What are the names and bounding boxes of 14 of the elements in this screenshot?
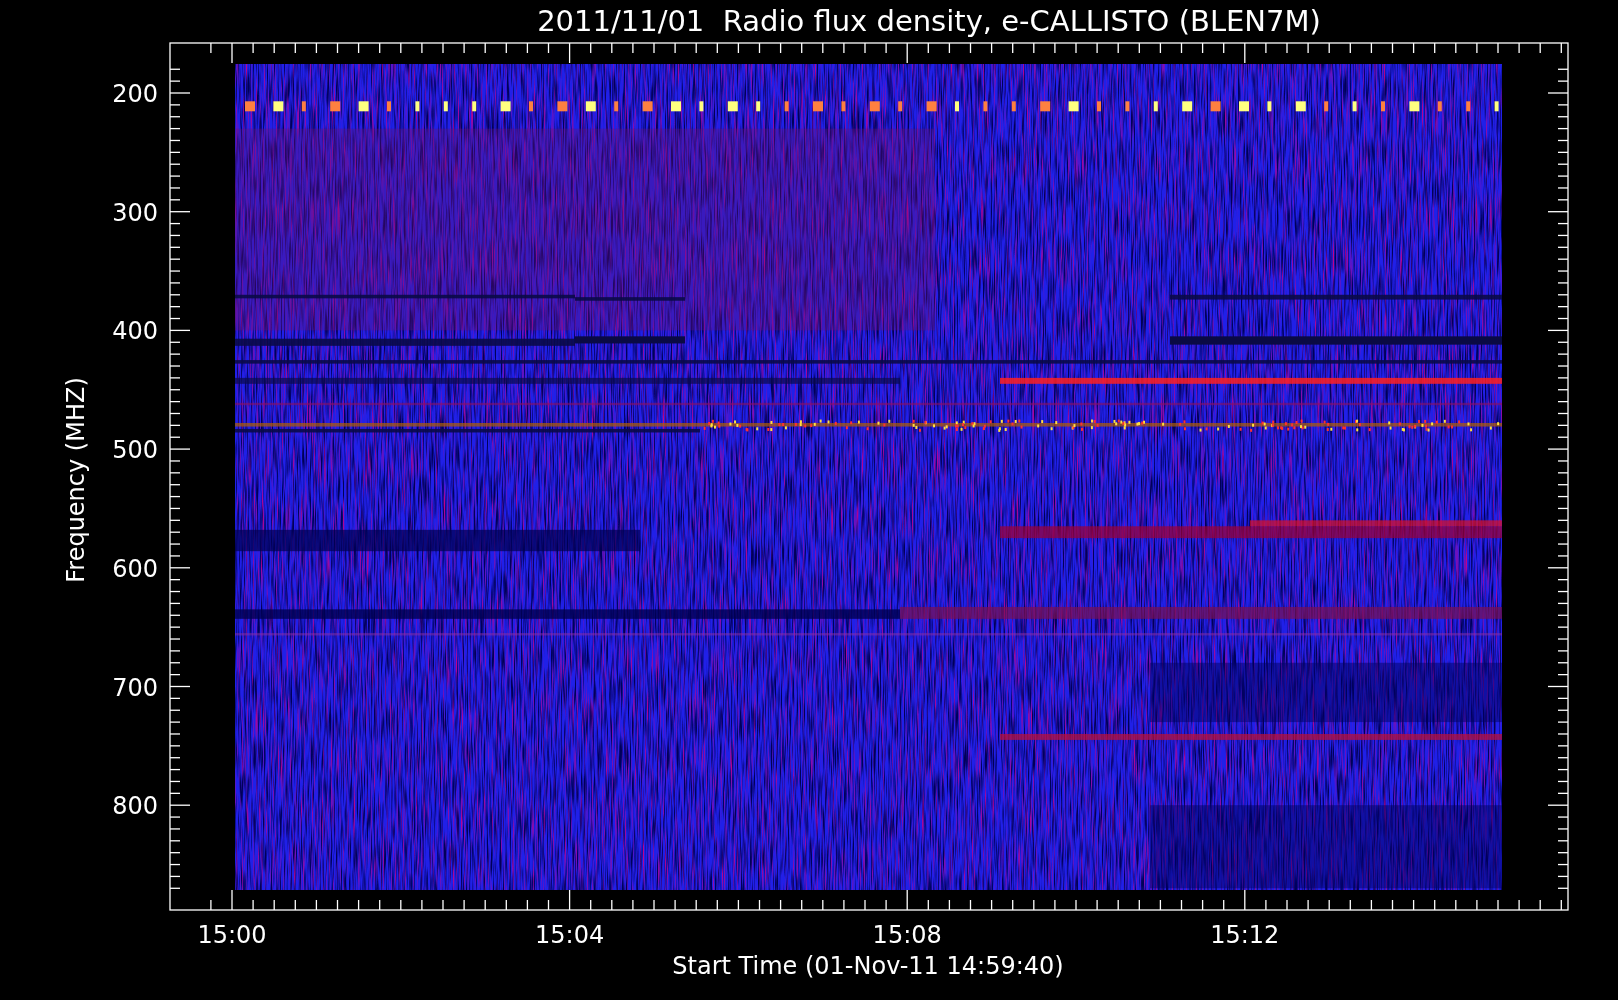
axis-tick-label: 600 bbox=[112, 554, 158, 583]
x-axis-label: Start Time (01-Nov-11 14:59:40) bbox=[672, 952, 1064, 980]
axis-tick-label: 300 bbox=[112, 198, 158, 227]
axis-tick-label: 15:12 bbox=[1210, 921, 1280, 949]
axis-tick-label: 500 bbox=[112, 436, 158, 465]
axis-tick-label: 15:04 bbox=[535, 921, 605, 949]
axis-tick-label: 800 bbox=[112, 792, 158, 821]
axis-tick-label: 400 bbox=[112, 317, 158, 346]
axis-tick-label: 700 bbox=[112, 673, 158, 702]
axis-tick-label: 15:00 bbox=[197, 921, 267, 949]
axis-tick-label: 200 bbox=[112, 80, 158, 108]
y-axis-label: Frequency (MHZ) bbox=[62, 377, 90, 583]
axis-tick-label: 15:08 bbox=[872, 921, 942, 949]
chart-title: 2011/11/01 Radio flux density, e-CALLISTO (BLEN7M) bbox=[537, 3, 1321, 40]
